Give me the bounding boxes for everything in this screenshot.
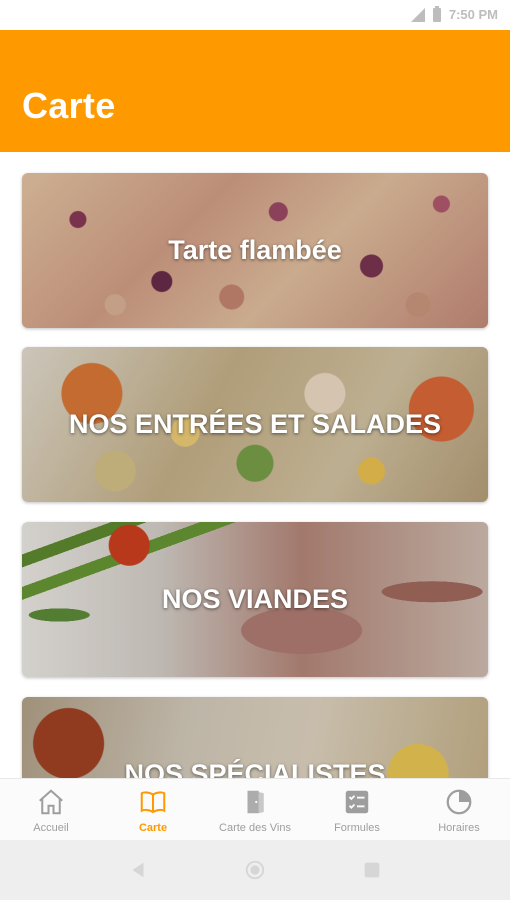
nav-label: Carte <box>138 822 168 834</box>
home-icon <box>39 789 63 815</box>
nav-item-accueil[interactable]: Accueil <box>0 779 102 840</box>
menu-card-label: Tarte flambée <box>168 235 342 265</box>
book-icon <box>140 791 166 814</box>
checklist-icon <box>345 790 369 814</box>
status-bar: 7:50 PM <box>0 0 510 30</box>
menu-card-specialistes[interactable]: NOS SPÉCIALISTES <box>22 697 488 778</box>
nav-label: Formules <box>334 822 380 834</box>
menu-card-label: NOS SPÉCIALISTES <box>124 759 386 778</box>
clock-icon <box>446 789 472 815</box>
menu-list[interactable]: Tarte flambée NOS ENTRÉES ET SALADES NOS… <box>0 152 510 778</box>
nav-label: Carte des Vins <box>219 822 291 834</box>
nav-label: Accueil <box>33 822 69 834</box>
door-icon <box>247 790 264 814</box>
status-icons: 7:50 PM <box>410 5 498 22</box>
back-icon[interactable] <box>127 859 149 881</box>
bottom-nav: Accueil Carte Carte des Vins Formules Ho… <box>0 778 510 840</box>
menu-card-viandes[interactable]: NOS VIANDES <box>22 522 488 677</box>
page-title: Carte <box>22 85 116 126</box>
nav-item-carte[interactable]: Carte <box>102 779 204 840</box>
nav-label: Horaires <box>438 822 480 834</box>
menu-card-tarte-flambee[interactable]: Tarte flambée <box>22 173 488 328</box>
system-nav <box>0 840 510 900</box>
signal-icon <box>410 7 425 22</box>
menu-card-entrees-salades[interactable]: NOS ENTRÉES ET SALADES <box>22 347 488 502</box>
home-circle-icon[interactable] <box>244 859 266 881</box>
nav-item-horaires[interactable]: Horaires <box>408 779 510 840</box>
status-time: 7:50 PM <box>448 7 498 22</box>
app-bar: Carte <box>0 30 510 152</box>
battery-icon <box>432 5 441 22</box>
nav-item-formules[interactable]: Formules <box>306 779 408 840</box>
menu-card-label: NOS ENTRÉES ET SALADES <box>68 409 442 439</box>
nav-item-carte-des-vins[interactable]: Carte des Vins <box>204 779 306 840</box>
recents-icon[interactable] <box>361 859 383 881</box>
menu-card-label: NOS VIANDES <box>161 584 349 614</box>
